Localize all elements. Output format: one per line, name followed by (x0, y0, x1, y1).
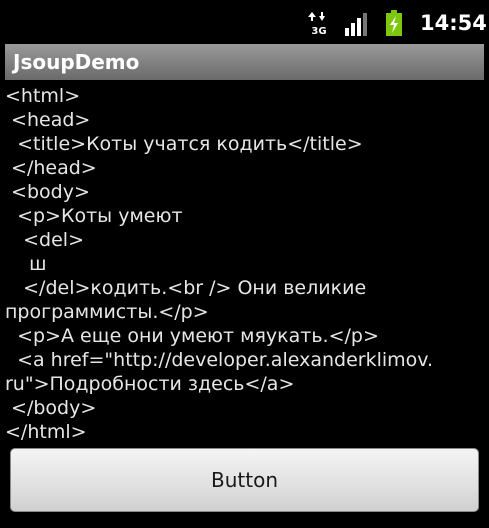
signal-icon (345, 13, 367, 36)
status-bar: 3G 14:54 (0, 0, 489, 44)
main-button[interactable]: Button (10, 448, 479, 512)
content-line: <del> (5, 229, 84, 251)
content-line: <body> (5, 181, 90, 203)
content-line: </body> (5, 397, 97, 419)
network-3g-icon: 3G (308, 12, 327, 36)
content-line: <p>А еще они умеют мяукать.</p> (5, 325, 379, 347)
content-line: <title>Коты учатся кодить</title> (5, 133, 363, 155)
content-line: <p>Коты умеют (5, 205, 183, 227)
html-content-text: <html> <head> <title>Коты учатся кодить<… (5, 84, 484, 444)
battery-charging-icon (386, 10, 402, 36)
app-title: JsoupDemo (13, 50, 140, 74)
content-line: ш (5, 253, 47, 275)
content-line: <a href="http://developer.alexanderklimo… (5, 349, 434, 371)
content-line: <head> (5, 109, 91, 131)
clock: 14:54 (420, 11, 487, 35)
network-type-label: 3G (311, 26, 326, 36)
content-line: ru">Подробности здесь</a> (5, 373, 295, 395)
content-line: <html> (5, 85, 81, 107)
content-line: программисты.</p> (5, 301, 209, 323)
title-bar: JsoupDemo (5, 44, 484, 80)
content-line: </head> (5, 157, 97, 179)
content-line: </html> (5, 421, 87, 443)
content-line: </del>кодить.<br /> Они великие (5, 277, 367, 299)
